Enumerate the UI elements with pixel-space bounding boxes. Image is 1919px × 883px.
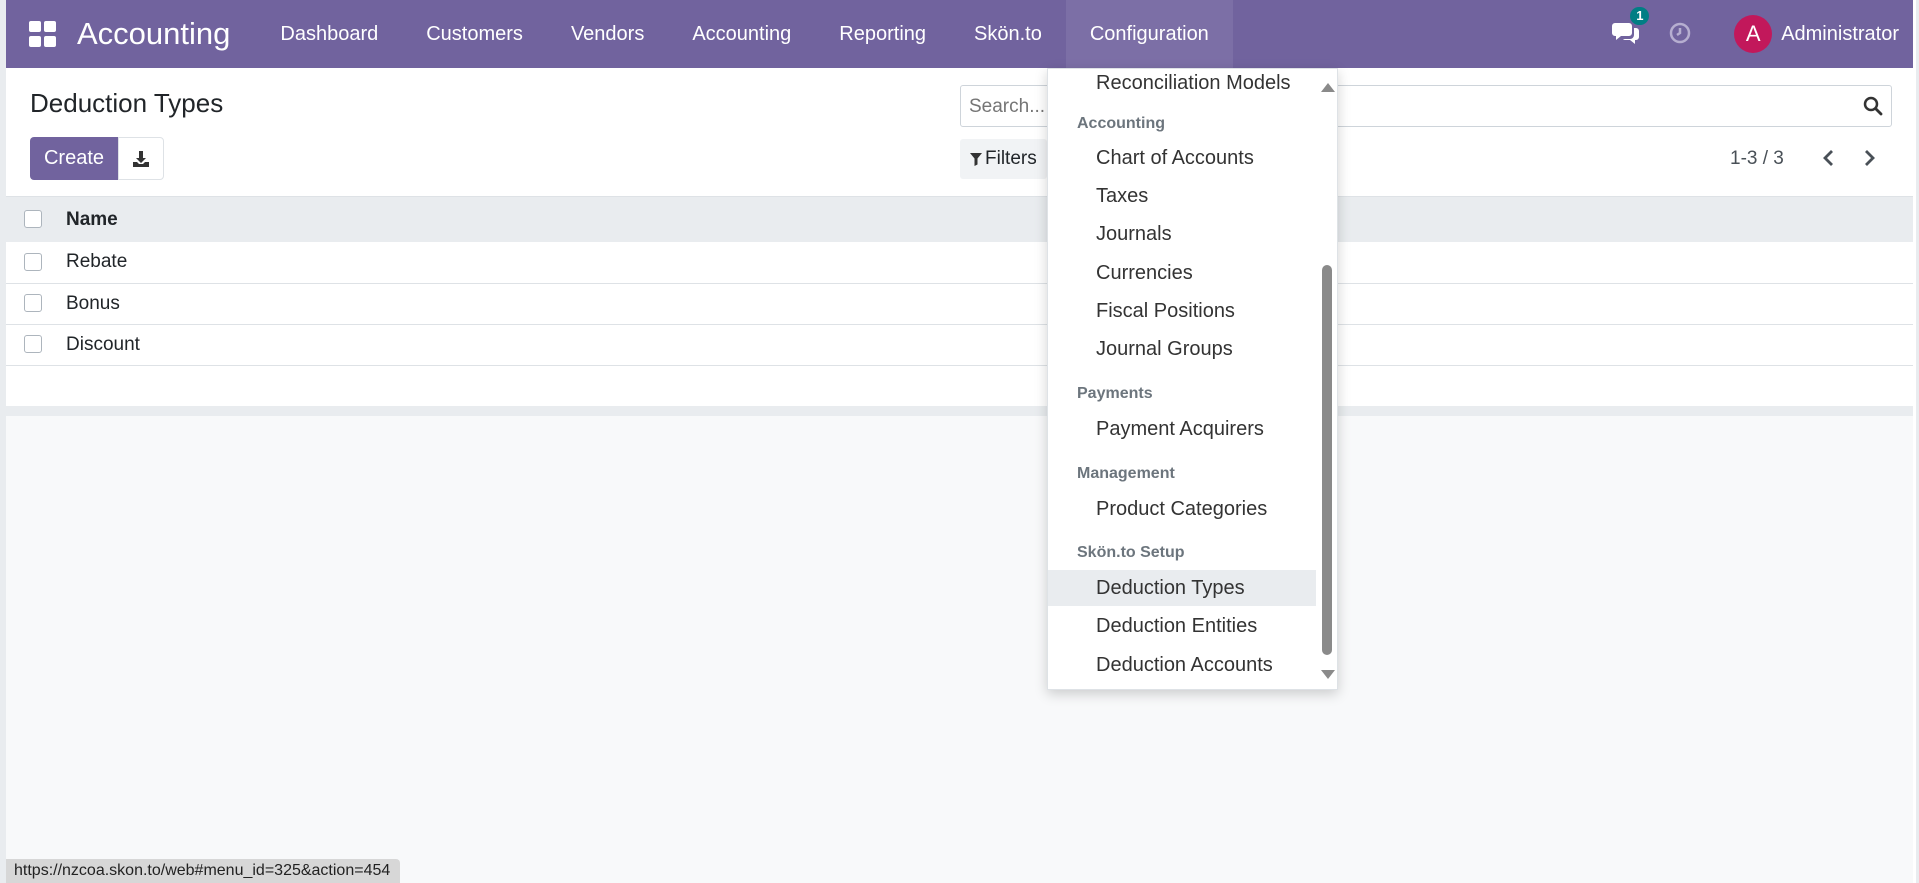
messages-button[interactable]: 1 — [1612, 7, 1650, 49]
nav-item-configuration[interactable]: Configuration — [1065, 0, 1233, 68]
page-title: Deduction Types — [30, 88, 224, 118]
dropdown-item-currencies[interactable]: Currencies — [1048, 255, 1316, 291]
apps-grid-icon[interactable] — [29, 21, 56, 47]
control-panel: Deduction Types Create Filters 1-3 / 3 — [6, 68, 1913, 197]
row-name-cell[interactable]: Bonus — [60, 283, 1053, 324]
pager-previous-button[interactable] — [1817, 144, 1841, 172]
dropdown-item-chart-of-accounts[interactable]: Chart of Accounts — [1048, 140, 1316, 176]
dropdown-item-payment-acquirers[interactable]: Payment Acquirers — [1048, 411, 1316, 447]
dropdown-item-fiscal-positions[interactable]: Fiscal Positions — [1048, 293, 1316, 329]
search-icon[interactable] — [1863, 96, 1883, 116]
avatar[interactable]: A — [1734, 15, 1773, 53]
dropdown-item-deduction-accounts[interactable]: Deduction Accounts — [1048, 647, 1316, 683]
dropdown-item-product-categories[interactable]: Product Categories — [1048, 491, 1316, 527]
dropdown-section-skonto-setup: Skön.to Setup — [1077, 544, 1185, 561]
scroll-down-arrow-icon[interactable] — [1321, 670, 1335, 679]
navbar-systray: 1 A Administrator — [1612, 0, 1913, 68]
filters-label: Filters — [985, 148, 1037, 169]
filter-icon — [970, 153, 982, 166]
pager-value[interactable]: 1-3 / 3 — [1730, 148, 1784, 170]
download-button[interactable] — [118, 137, 164, 180]
activity-clock-icon[interactable] — [1668, 21, 1694, 47]
row-name-cell[interactable]: Rebate — [60, 242, 1053, 283]
dropdown-item-reconciliation-models[interactable]: Reconciliation Models — [1048, 69, 1316, 101]
row-checkbox[interactable] — [24, 253, 42, 272]
dropdown-section-management: Management — [1077, 465, 1175, 482]
select-all-checkbox[interactable] — [24, 210, 42, 229]
user-menu[interactable]: Administrator — [1781, 23, 1899, 46]
top-navbar: Accounting Dashboard Customers Vendors A… — [6, 0, 1913, 68]
dropdown-item-journal-groups[interactable]: Journal Groups — [1048, 331, 1316, 367]
create-button[interactable]: Create — [30, 137, 118, 180]
scroll-up-arrow-icon[interactable] — [1321, 83, 1335, 92]
chevron-right-icon — [1865, 150, 1875, 166]
messages-count-badge: 1 — [1630, 7, 1650, 25]
scrollbar-thumb[interactable] — [1322, 265, 1332, 655]
deduction-types-table: Name Type Rebate Rebate Bonus Bonus Disc… — [6, 197, 1913, 366]
row-name-cell[interactable]: Discount — [60, 324, 1053, 365]
pager-next-button[interactable] — [1857, 144, 1881, 172]
dropdown-item-journals[interactable]: Journals — [1048, 216, 1316, 252]
nav-item-accounting[interactable]: Accounting — [668, 0, 815, 68]
app-brand[interactable]: Accounting — [77, 16, 230, 52]
table-row[interactable]: Rebate Rebate — [6, 242, 1913, 283]
nav-item-customers[interactable]: Customers — [402, 0, 547, 68]
row-checkbox[interactable] — [24, 294, 42, 313]
table-footer-spacer — [6, 366, 1913, 416]
nav-item-vendors[interactable]: Vendors — [547, 0, 668, 68]
table-row[interactable]: Discount Discount — [6, 324, 1913, 365]
table-header-row: Name Type — [6, 197, 1913, 242]
nav-item-dashboard[interactable]: Dashboard — [256, 0, 402, 68]
configuration-dropdown-menu: Reconciliation Models Accounting Chart o… — [1047, 68, 1338, 690]
table-row[interactable]: Bonus Bonus — [6, 283, 1913, 324]
nav-item-reporting[interactable]: Reporting — [815, 0, 950, 68]
filters-button[interactable]: Filters — [960, 139, 1047, 179]
nav-item-skonto[interactable]: Skön.to — [950, 0, 1066, 68]
row-checkbox[interactable] — [24, 335, 42, 354]
dropdown-item-deduction-types[interactable]: Deduction Types — [1048, 570, 1316, 606]
content-background — [6, 416, 1913, 883]
download-icon — [133, 150, 149, 167]
dropdown-section-accounting: Accounting — [1077, 115, 1165, 132]
column-header-name[interactable]: Name — [60, 197, 1053, 242]
status-bar-url: https://nzcoa.skon.to/web#menu_id=325&ac… — [6, 859, 401, 883]
dropdown-section-payments: Payments — [1077, 385, 1153, 402]
dropdown-item-deduction-entities[interactable]: Deduction Entities — [1048, 608, 1316, 644]
chevron-left-icon — [1823, 150, 1833, 166]
dropdown-item-taxes[interactable]: Taxes — [1048, 178, 1316, 214]
